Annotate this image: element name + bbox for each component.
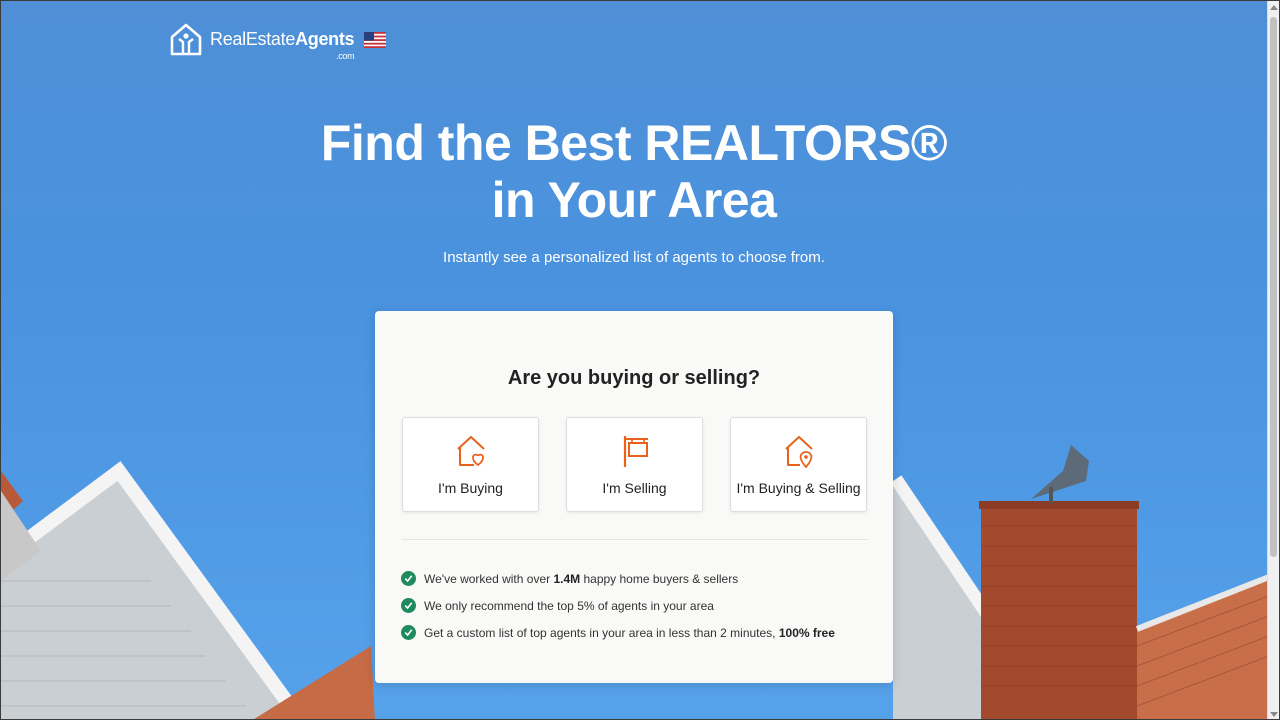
page-title: Find the Best REALTORS® in Your Area <box>1 115 1267 229</box>
option-buying-selling-label: I'm Buying & Selling <box>736 480 861 496</box>
logo-wordmark: RealEstateAgents .com <box>210 29 355 61</box>
house-agent-logo-icon <box>170 23 202 56</box>
card-divider <box>401 539 867 540</box>
page-scrollbar[interactable] <box>1267 1 1279 719</box>
option-buying-selling-button[interactable]: I'm Buying & Selling <box>730 417 867 512</box>
title-line-1: Find the Best REALTORS® <box>320 115 948 171</box>
option-selling-label: I'm Selling <box>602 480 667 496</box>
house-heart-icon <box>456 436 485 467</box>
scroll-down-icon[interactable] <box>1270 712 1278 717</box>
benefit-item: We only recommend the top 5% of agents i… <box>401 592 835 619</box>
site-logo[interactable]: RealEstateAgents .com <box>168 21 355 61</box>
title-line-2: in Your Area <box>491 172 777 228</box>
option-buying-label: I'm Buying <box>438 480 503 496</box>
check-icon <box>401 571 416 586</box>
logo-text-bold: Agents <box>295 29 355 49</box>
option-selling-button[interactable]: I'm Selling <box>566 417 703 512</box>
benefits-list: We've worked with over 1.4M happy home b… <box>401 565 835 646</box>
card-question: Are you buying or selling? <box>507 367 761 389</box>
page: RealEstateAgents .com Find the Best REAL… <box>0 0 1280 720</box>
check-icon <box>401 598 416 613</box>
option-buying-button[interactable]: I'm Buying <box>402 417 539 512</box>
house-pin-icon <box>784 436 813 468</box>
hero-subtitle: Instantly see a personalized list of age… <box>443 249 825 266</box>
benefit-item: We've worked with over 1.4M happy home b… <box>401 565 835 592</box>
buy-sell-card: Are you buying or selling? I'm Buying I'… <box>375 311 893 683</box>
sale-sign-icon <box>623 436 648 467</box>
logo-suffix: .com <box>335 51 355 61</box>
benefit-text: Get a custom list of top agents in your … <box>424 625 835 640</box>
check-icon <box>401 625 416 640</box>
us-flag-icon[interactable] <box>364 32 386 48</box>
logo-text-regular: RealEstate <box>210 29 296 49</box>
benefit-item: Get a custom list of top agents in your … <box>401 619 835 646</box>
benefit-text: We've worked with over 1.4M happy home b… <box>424 571 739 586</box>
scrollbar-thumb[interactable] <box>1270 17 1277 557</box>
scroll-up-icon[interactable] <box>1270 5 1278 10</box>
benefit-text: We only recommend the top 5% of agents i… <box>424 598 714 613</box>
